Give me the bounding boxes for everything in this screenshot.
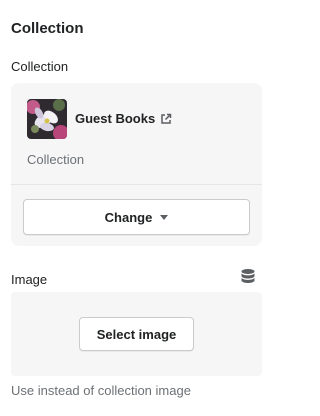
collection-title[interactable]: Guest Books: [75, 111, 155, 126]
collection-thumbnail: [27, 99, 67, 139]
select-image-button[interactable]: Select image: [79, 317, 194, 351]
change-button-label: Change: [104, 209, 153, 225]
collection-field-label: Collection: [11, 59, 69, 74]
collection-card: Guest Books Collection Change: [11, 83, 262, 246]
collection-settings-panel: Collection Collection Guest Books Collec…: [0, 0, 277, 416]
selected-collection: Guest Books Collection: [11, 83, 262, 185]
image-field-label: Image: [11, 272, 48, 287]
section-heading: Collection: [11, 20, 84, 37]
collection-type: Collection: [27, 152, 85, 167]
database-icon[interactable]: [240, 268, 256, 286]
caret-down-icon: [160, 214, 169, 220]
change-button[interactable]: Change: [23, 199, 250, 235]
image-picker-area: Select image: [11, 292, 262, 376]
image-help-text: Use instead of collection image: [11, 383, 191, 398]
external-link-icon[interactable]: [160, 112, 172, 124]
